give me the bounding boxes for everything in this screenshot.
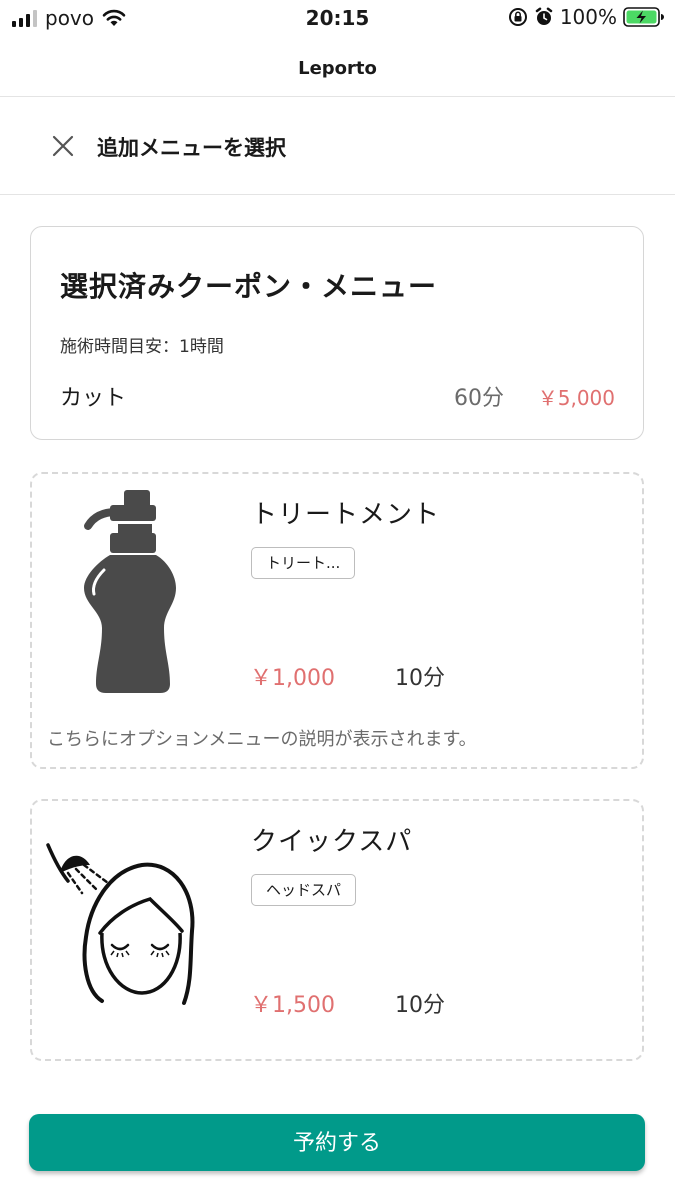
battery-percent: 100%: [559, 5, 617, 29]
head-spa-icon: [46, 843, 195, 1005]
sub-header: 追加メニューを選択: [0, 97, 675, 195]
option-price: ￥1,000: [250, 666, 335, 691]
selected-menu-title: 選択済みクーポン・メニュー: [60, 270, 438, 303]
status-bar: povo 20:15 100%: [0, 0, 675, 38]
option-duration: 10分: [395, 666, 445, 691]
option-card-quick-spa[interactable]: クイックスパ ヘッドスパ ￥1,500 10分: [30, 799, 644, 1061]
bottle-icon: [84, 490, 176, 693]
selected-item-price: ￥5,000: [537, 386, 615, 410]
page-title: 追加メニューを選択: [97, 136, 286, 160]
app-header: Leporto: [0, 38, 675, 97]
battery-charging-icon: [623, 7, 664, 27]
option-tag: ヘッドスパ: [251, 874, 357, 906]
app-title: Leporto: [298, 58, 377, 79]
selected-item-duration: 60分: [454, 386, 504, 411]
selected-menu-card: 選択済みクーポン・メニュー 施術時間目安：1時間 カット 60分 ￥5,000: [30, 226, 644, 440]
option-card-treatment[interactable]: トリートメント トリート... ￥1,000 10分 こちらにオプションメニュー…: [30, 472, 644, 769]
reserve-button[interactable]: 予約する: [29, 1114, 645, 1171]
option-duration: 10分: [395, 993, 445, 1018]
close-icon[interactable]: [46, 129, 80, 163]
option-name: トリートメント: [251, 500, 441, 530]
option-name: クイックスパ: [251, 827, 413, 857]
alarm-icon: [535, 7, 553, 25]
selected-item-name: カット: [60, 386, 127, 411]
option-price: ￥1,500: [250, 993, 335, 1018]
option-description: こちらにオプションメニューの説明が表示されます。: [47, 729, 477, 750]
status-right: 100%: [508, 5, 665, 29]
option-tag: トリート...: [251, 547, 356, 579]
time-estimate: 施術時間目安：1時間: [60, 337, 224, 357]
orientation-lock-icon: [508, 8, 527, 26]
